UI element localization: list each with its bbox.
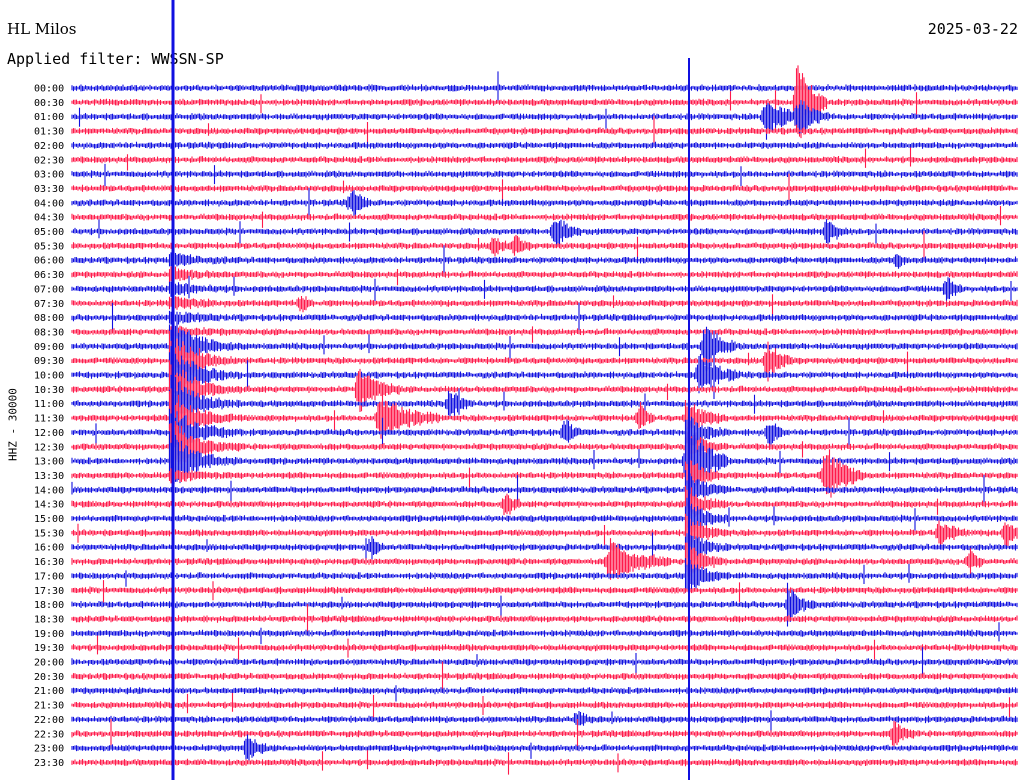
time-tick-label: 11:00	[34, 399, 64, 410]
time-tick-label: 04:00	[34, 198, 64, 209]
trace-line-0000	[71, 71, 1018, 103]
time-tick-label: 16:30	[34, 557, 64, 568]
time-tick-label: 13:30	[34, 471, 64, 482]
time-tick-label: 11:30	[34, 414, 64, 425]
trace-line-0830	[71, 324, 1018, 343]
time-tick-label: 16:00	[34, 543, 64, 554]
trace-line-1230	[71, 421, 1018, 479]
time-tick-label: 06:30	[34, 270, 64, 281]
time-tick-label: 18:30	[34, 614, 64, 625]
time-tick-label: 17:00	[34, 571, 64, 582]
time-tick-label: 12:00	[34, 428, 64, 439]
trace-line-2300	[71, 734, 1018, 762]
trace-line-2100	[71, 685, 1018, 702]
trace-line-0430	[71, 206, 1018, 228]
time-tick-label: 07:30	[34, 299, 64, 310]
time-tick-label: 21:00	[34, 686, 64, 697]
time-tick-label: 20:30	[34, 672, 64, 683]
trace-line-2230	[71, 719, 1018, 751]
time-tick-label: 02:00	[34, 141, 64, 152]
time-tick-label: 05:00	[34, 227, 64, 238]
time-tick-label: 17:30	[34, 586, 64, 597]
trace-line-2130	[71, 692, 1018, 718]
time-tick-label: 07:00	[34, 284, 64, 295]
trace-line-0800	[71, 302, 1018, 334]
trace-line-0100	[71, 100, 1018, 140]
time-tick-label: 10:00	[34, 371, 64, 382]
time-tick-label: 03:00	[34, 170, 64, 181]
time-tick-label: 19:30	[34, 643, 64, 654]
time-tick-label: 03:30	[34, 184, 64, 195]
time-tick-label: 00:00	[34, 84, 64, 95]
trace-line-0530	[71, 231, 1018, 261]
time-tick-label: 23:30	[34, 758, 64, 769]
trace-line-2000	[71, 647, 1018, 677]
trace-line-1900	[71, 622, 1018, 645]
trace-line-1130	[71, 388, 1018, 445]
trace-line-1300	[71, 426, 1018, 506]
time-tick-label: 00:30	[34, 98, 64, 109]
trace-line-0400	[71, 188, 1018, 220]
trace-line-1930	[71, 635, 1018, 660]
trace-group	[71, 0, 1018, 780]
time-tick-label: 23:00	[34, 744, 64, 755]
trace-line-0700	[71, 275, 1018, 301]
trace-line-0130	[71, 116, 1018, 146]
trace-line-2330	[71, 750, 1018, 775]
time-tick-label: 21:30	[34, 701, 64, 712]
trace-line-0630	[71, 266, 1018, 286]
time-tick-label: 22:30	[34, 729, 64, 740]
time-tick-label: 09:00	[34, 342, 64, 353]
time-tick-label: 13:00	[34, 457, 64, 468]
trace-line-0230	[71, 147, 1018, 171]
trace-line-0030	[71, 65, 1018, 139]
time-tick-label: 15:30	[34, 528, 64, 539]
time-tick-label: 04:30	[34, 213, 64, 224]
trace-line-0330	[71, 173, 1018, 204]
trace-line-0930	[71, 330, 1018, 390]
time-tick-label: 14:30	[34, 500, 64, 511]
time-tick-label: 08:00	[34, 313, 64, 324]
trace-line-2030	[71, 661, 1018, 693]
time-tick-label: 18:00	[34, 600, 64, 611]
time-tick-label: 06:00	[34, 256, 64, 267]
time-tick-label: 20:00	[34, 658, 64, 669]
trace-line-1030	[71, 359, 1018, 416]
trace-line-0730	[71, 294, 1018, 317]
time-tick-label: 14:00	[34, 485, 64, 496]
trace-line-1100	[71, 373, 1018, 434]
time-tick-label: 12:30	[34, 442, 64, 453]
time-tick-label: 02:30	[34, 155, 64, 166]
time-tick-label: 01:30	[34, 127, 64, 138]
time-tick-label: 10:30	[34, 385, 64, 396]
time-tick-label: 09:30	[34, 356, 64, 367]
time-tick-label: 08:30	[34, 327, 64, 338]
trace-line-1200	[71, 400, 1018, 464]
time-tick-label: 19:00	[34, 629, 64, 640]
helicorder-plot: 00:00 00:30 01:00 01:30 02:00 02:30 03:00 03:30…	[34, 0, 1018, 780]
time-tick-label: 22:00	[34, 715, 64, 726]
time-tick-label: 15:00	[34, 514, 64, 525]
trace-line-1730	[71, 580, 1018, 603]
time-tick-label: 01:00	[34, 112, 64, 123]
trace-line-0300	[71, 163, 1018, 187]
tick-label-group: 00:00 00:30 01:00 01:30 02:00 02:30 03:00 03:30…	[34, 84, 64, 769]
time-tick-label: 05:30	[34, 241, 64, 252]
trace-line-2200	[71, 710, 1018, 733]
